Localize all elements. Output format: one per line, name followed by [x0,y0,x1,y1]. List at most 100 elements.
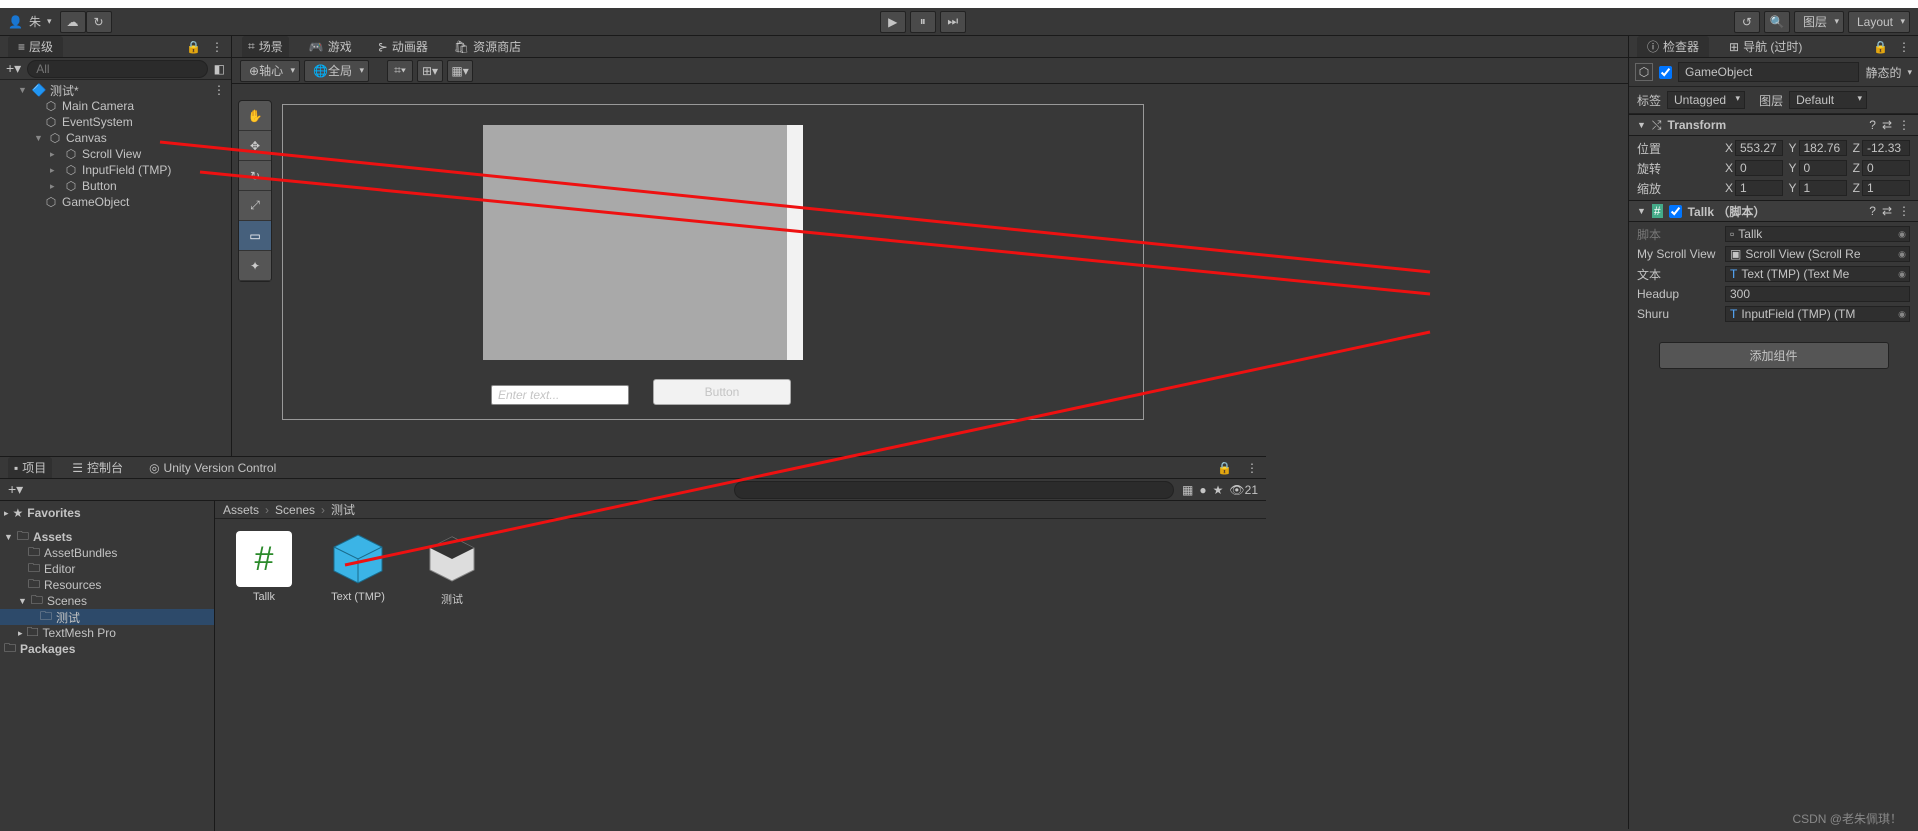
scale-x[interactable] [1735,180,1783,196]
ui-input-field[interactable]: Enter text... [491,385,629,405]
hierarchy-item[interactable]: ⬡EventSystem [0,114,231,130]
asset-script[interactable]: #Tallk [231,531,297,603]
filter-label-icon[interactable]: ● [1199,483,1206,497]
cloud-icon[interactable]: ☁ [60,11,86,33]
play-button[interactable]: ▶ [880,11,906,33]
ui-button[interactable]: Button [653,379,791,405]
kebab-icon[interactable]: ⋮ [1898,40,1910,54]
kebab-icon[interactable]: ⋮ [1898,204,1910,218]
inspector-tab[interactable]: ⓘ检查器 [1637,36,1709,57]
tab-animator[interactable]: ⊱动画器 [372,36,434,57]
asset-prefab[interactable]: Text (TMP) [325,531,391,603]
scale-tool[interactable]: ⤢ [239,191,271,221]
text-field[interactable]: TText (TMP) (Text Me [1725,266,1910,282]
scale-y[interactable] [1799,180,1847,196]
hierarchy-item[interactable]: ⬡GameObject [0,194,231,210]
breadcrumb-item[interactable]: Assets [223,503,259,517]
tab-console[interactable]: ☰控制台 [66,457,129,478]
folder-row[interactable]: ▸🗀TextMesh Pro [0,625,214,641]
hand-tool[interactable]: ✋ [239,101,271,131]
transform-header[interactable]: ▼ ⤭ Transform ?⇄⋮ [1629,114,1918,136]
preset-icon[interactable]: ⇄ [1882,204,1892,218]
help-icon[interactable]: ? [1869,204,1876,218]
add-component-button[interactable]: 添加组件 [1659,342,1889,369]
hierarchy-item[interactable]: ▸⬡InputField (TMP) [0,162,231,178]
favorite-icon[interactable]: ★ [1213,483,1224,497]
gameobject-name-input[interactable] [1678,62,1859,82]
pivot-dropdown[interactable]: ⊕轴心 [240,60,300,82]
collab-icon[interactable]: ↻ [86,11,112,33]
scene-row[interactable]: ▼🔷测试*⋮ [0,82,231,98]
grid-snap-icon[interactable]: ⌗▾ [387,60,413,82]
transform-tool[interactable]: ✦ [239,251,271,281]
breadcrumb-item[interactable]: Scenes [275,503,315,517]
layout-dropdown[interactable]: Layout [1848,11,1910,33]
pos-x[interactable] [1735,140,1783,156]
layers-dropdown[interactable]: 图层 [1794,11,1844,33]
favorites-row[interactable]: ▸★Favorites [0,505,214,521]
tab-game[interactable]: 🎮游戏 [303,36,358,57]
snap-increment-icon[interactable]: ⊞▾ [417,60,443,82]
tab-assetstore[interactable]: 🛍资源商店 [448,36,527,57]
hierarchy-tab[interactable]: ≡层级 [8,36,63,57]
create-asset-dropdown[interactable]: +▾ [8,481,23,498]
project-search[interactable] [734,481,1174,499]
rot-z[interactable] [1862,160,1910,176]
active-checkbox[interactable] [1659,66,1672,79]
step-button[interactable]: ⏭ [940,11,966,33]
script-header[interactable]: ▼ # Tallk （脚本） ?⇄⋮ [1629,200,1918,222]
rotate-tool[interactable]: ↻ [239,161,271,191]
kebab-icon[interactable]: ⋮ [1246,461,1258,475]
hierarchy-item[interactable]: ▼⬡Canvas [0,130,231,146]
hierarchy-item[interactable]: ▸⬡Scroll View [0,146,231,162]
pos-z[interactable] [1862,140,1910,156]
headup-field[interactable] [1725,286,1910,302]
script-ref-field[interactable]: ▫Tallk [1725,226,1910,242]
script-enabled-checkbox[interactable] [1669,205,1682,218]
ui-scroll-view[interactable] [483,125,803,360]
move-tool[interactable]: ✥ [239,131,271,161]
hidden-count-icon[interactable]: 👁21 [1229,483,1258,497]
lock-icon[interactable]: 🔒 [186,40,201,54]
chevron-down-icon[interactable]: ▾ [1907,67,1912,78]
tag-dropdown[interactable]: Untagged [1667,91,1745,109]
preset-icon[interactable]: ⇄ [1882,118,1892,132]
create-dropdown[interactable]: +▾ [6,60,21,77]
filter-type-icon[interactable]: ▦ [1182,483,1193,497]
tab-uvc[interactable]: ◎Unity Version Control [143,459,282,477]
lock-icon[interactable]: 🔒 [1217,461,1232,475]
search-mode-icon[interactable]: ◧ [214,62,225,76]
rect-tool[interactable]: ▭ [239,221,271,251]
packages-row[interactable]: 🗀Packages [0,641,214,657]
myscroll-field[interactable]: ▣Scroll View (Scroll Re [1725,246,1910,262]
account-menu[interactable]: 👤 朱 ▾ [8,13,52,30]
folder-row[interactable]: ▼🗀Scenes [0,593,214,609]
tab-scene[interactable]: ⌗场景 [242,36,289,57]
lock-icon[interactable]: 🔒 [1873,40,1888,54]
tab-project[interactable]: ▪项目 [8,457,52,478]
canvas-outline[interactable]: Enter text... Button [282,104,1144,420]
hierarchy-item[interactable]: ▸⬡Button [0,178,231,194]
search-icon[interactable]: 🔍 [1764,11,1790,33]
kebab-icon[interactable]: ⋮ [213,83,225,97]
pos-y[interactable] [1799,140,1847,156]
breadcrumb-item[interactable]: 测试 [331,501,355,518]
scrollbar[interactable] [787,125,803,360]
rot-x[interactable] [1735,160,1783,176]
scale-z[interactable] [1862,180,1910,196]
shuru-field[interactable]: TInputField (TMP) (TM [1725,306,1910,322]
kebab-icon[interactable]: ⋮ [1898,118,1910,132]
pause-button[interactable]: ⏸ [910,11,936,33]
help-icon[interactable]: ? [1869,118,1876,132]
global-dropdown[interactable]: 🌐全局 [304,60,369,82]
hierarchy-item[interactable]: ⬡Main Camera [0,98,231,114]
menubar[interactable] [0,0,1918,8]
asset-scene[interactable]: 测试 [419,531,485,607]
layer-dropdown[interactable]: Default [1789,91,1867,109]
hierarchy-search[interactable] [27,60,207,78]
navigation-tab[interactable]: ⊞导航 (过时) [1719,36,1812,57]
undo-history-icon[interactable]: ↺ [1734,11,1760,33]
kebab-icon[interactable]: ⋮ [211,40,223,54]
grid-visible-icon[interactable]: ▦▾ [447,60,473,82]
rot-y[interactable] [1799,160,1847,176]
